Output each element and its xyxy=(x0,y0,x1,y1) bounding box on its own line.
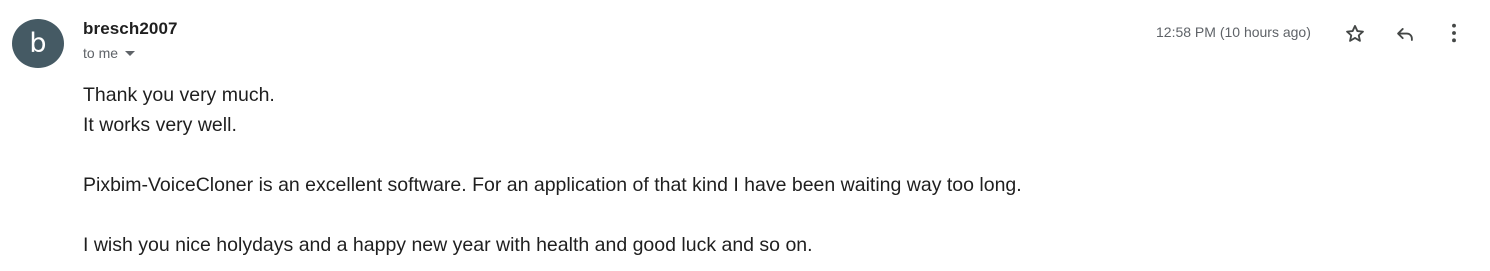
chevron-down-icon[interactable] xyxy=(125,51,136,56)
recipient-label: to me xyxy=(83,45,119,61)
reply-icon xyxy=(1397,28,1413,41)
sender-name[interactable]: bresch2007 xyxy=(83,19,178,39)
sender-avatar[interactable]: b xyxy=(12,19,64,68)
body-line: Thank you very much. xyxy=(83,84,275,106)
message-body: Thank you very much. It works very well.… xyxy=(83,80,1022,260)
star-outline-icon xyxy=(1346,25,1364,42)
message-timestamp: 12:58 PM (10 hours ago) xyxy=(1156,24,1311,40)
recipient-details-toggle[interactable]: to me xyxy=(83,45,136,61)
more-options-button[interactable] xyxy=(1440,19,1468,47)
reply-button[interactable] xyxy=(1391,20,1419,48)
body-line: Pixbim-VoiceCloner is an excellent softw… xyxy=(83,174,1022,196)
body-line: I wish you nice holydays and a happy new… xyxy=(83,234,813,256)
star-button[interactable] xyxy=(1341,20,1369,48)
body-line: It works very well. xyxy=(83,114,237,136)
more-vert-icon xyxy=(1452,23,1456,43)
